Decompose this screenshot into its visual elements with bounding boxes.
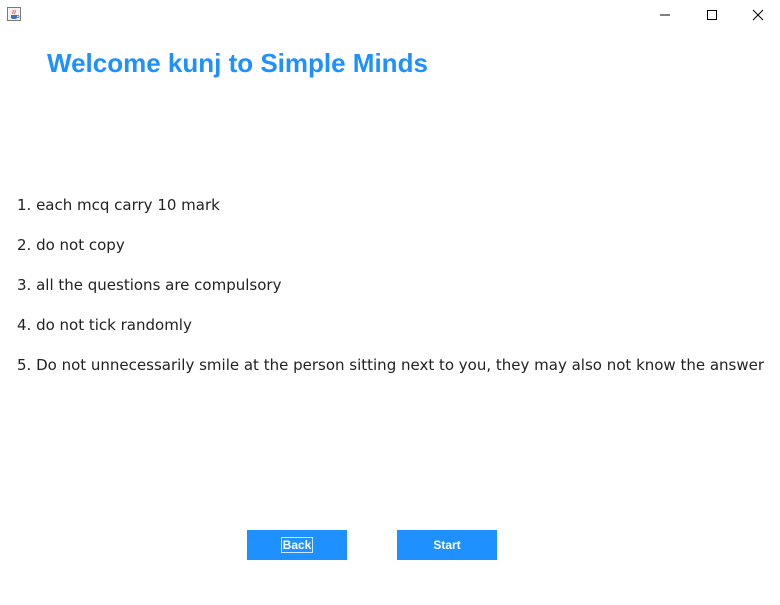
rule-item: 3. all the questions are compulsory (17, 276, 282, 294)
rule-item: 2. do not copy (17, 236, 125, 254)
back-button[interactable]: Back (247, 530, 347, 560)
title-bar (0, 0, 780, 30)
rules-list: 1. each mcq carry 10 mark 2. do not copy… (17, 195, 764, 395)
rule-item: 4. do not tick randomly (17, 316, 192, 334)
close-icon (752, 6, 764, 25)
rule-item: 5. Do not unnecessarily smile at the per… (17, 356, 765, 374)
maximize-icon (706, 6, 718, 25)
minimize-button[interactable] (642, 0, 688, 30)
app-window: Welcome kunj to Simple Minds 1. each mcq… (0, 0, 780, 605)
back-button-label: Back (280, 537, 314, 553)
welcome-heading: Welcome kunj to Simple Minds (47, 48, 428, 78)
rule-item: 1. each mcq carry 10 mark (17, 196, 220, 214)
start-button-label: Start (433, 538, 461, 552)
minimize-icon (659, 6, 671, 25)
start-button[interactable]: Start (397, 530, 497, 560)
maximize-button[interactable] (689, 0, 735, 30)
close-button[interactable] (735, 0, 780, 30)
java-cup-icon (6, 6, 22, 22)
